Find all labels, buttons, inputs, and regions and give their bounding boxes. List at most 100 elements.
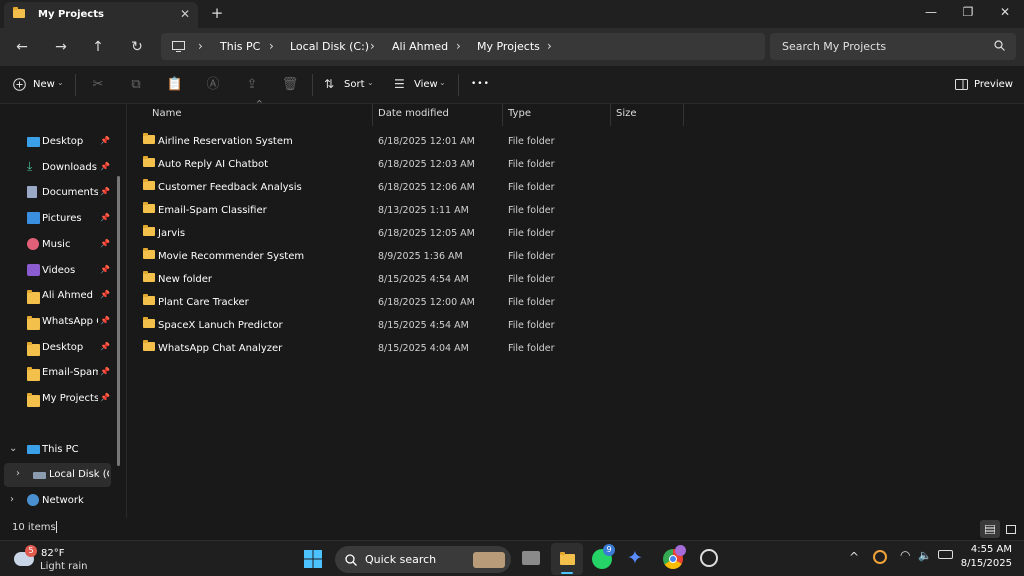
sidebar-item-desktop[interactable]: Desktop 📌: [0, 130, 118, 154]
breadcrumb-my-projects[interactable]: My Projects: [477, 40, 540, 53]
forward-button[interactable]: →: [50, 37, 72, 57]
breadcrumb-ali-ahmed[interactable]: Ali Ahmed: [392, 40, 448, 53]
weather-widget[interactable]: 5 82°F Light rain: [12, 545, 92, 573]
up-button[interactable]: ↑: [87, 37, 109, 57]
breadcrumb-local-disk[interactable]: Local Disk (C:): [290, 40, 369, 53]
table-row[interactable]: Plant Care Tracker 6/18/2025 12:00 AM File…: [136, 291, 684, 314]
sidebar-item-label: Downloads: [42, 162, 97, 173]
chevron-down-icon: ⌄: [9, 443, 18, 454]
folder-icon: [143, 225, 155, 236]
temperature: 82°F: [41, 548, 65, 559]
tab-close-icon[interactable]: ✕: [177, 6, 193, 22]
wifi-icon[interactable]: ◠: [900, 548, 910, 562]
details-view-button[interactable]: [980, 520, 1000, 538]
sort-button[interactable]: Sort: [344, 79, 365, 90]
search-input[interactable]: Search My Projects: [782, 40, 886, 53]
sidebar-item-whatsapp[interactable]: WhatsApp Ch 📌: [0, 310, 118, 334]
whatsapp-icon[interactable]: 9: [592, 544, 615, 569]
column-header-name[interactable]: Name: [152, 108, 182, 119]
new-button[interactable]: New: [33, 79, 55, 90]
column-header-type[interactable]: Type: [508, 108, 531, 119]
file-type: File folder: [508, 297, 555, 308]
table-row[interactable]: Airline Reservation System 6/18/2025 12:0…: [136, 130, 684, 153]
sidebar-item-this-pc[interactable]: ⌄ This PC: [0, 438, 118, 462]
column-header-size[interactable]: Size: [616, 108, 637, 119]
chrome-icon[interactable]: [663, 545, 686, 569]
more-options-button[interactable]: •••: [471, 79, 490, 89]
cut-icon[interactable]: ✂: [89, 76, 107, 94]
sort-icon: ⇅: [324, 77, 335, 91]
restore-button[interactable]: ❐: [950, 0, 986, 26]
sidebar-item-desktop-folder[interactable]: Desktop 📌: [0, 336, 118, 360]
breadcrumb-this-pc[interactable]: This PC: [220, 40, 260, 53]
share-icon[interactable]: ⇪: [243, 76, 261, 94]
file-type: File folder: [508, 182, 555, 193]
copilot-icon[interactable]: ✦: [627, 547, 643, 569]
sidebar-item-ali-ahmed[interactable]: Ali Ahmed 📌: [0, 284, 118, 308]
chevron-right-icon: ›: [16, 468, 20, 479]
table-row[interactable]: Jarvis 6/18/2025 12:05 AM File folder: [136, 222, 684, 245]
table-row[interactable]: WhatsApp Chat Analyzer 8/15/2025 4:04 AM F…: [136, 337, 684, 360]
table-row[interactable]: Customer Feedback Analysis 6/18/2025 12:0…: [136, 176, 684, 199]
copy-icon[interactable]: ⧉: [127, 76, 145, 94]
sidebar-item-label: Videos: [42, 265, 76, 276]
column-divider[interactable]: [372, 104, 373, 126]
search-box[interactable]: Search My Projects: [770, 33, 1016, 60]
column-divider[interactable]: [610, 104, 611, 126]
chatgpt-icon[interactable]: [700, 549, 718, 567]
task-view-icon[interactable]: [522, 551, 540, 565]
quick-search-bar[interactable]: Quick search: [335, 546, 511, 573]
sidebar-item-email-spam[interactable]: Email-Spam C 📌: [0, 361, 118, 385]
taskbar: 5 82°F Light rain Quick search 9 ✦ ^ ◠ 🔈…: [0, 540, 1024, 576]
view-button[interactable]: View: [414, 79, 438, 90]
column-divider[interactable]: [502, 104, 503, 126]
file-explorer-taskbar-button[interactable]: [551, 543, 583, 575]
preview-button[interactable]: Preview: [974, 79, 1013, 90]
divider: [312, 74, 313, 96]
windows-start-icon[interactable]: [304, 550, 322, 568]
sidebar-item-videos[interactable]: Videos 📌: [0, 259, 118, 283]
sidebar-item-downloads[interactable]: ⤓ Downloads 📌: [0, 156, 118, 180]
chevron-down-icon: ⌄: [57, 78, 64, 87]
folder-icon: [560, 552, 575, 565]
sidebar-item-music[interactable]: Music 📌: [0, 233, 118, 257]
file-name: WhatsApp Chat Analyzer: [158, 343, 283, 354]
table-row[interactable]: Email-Spam Classifier 8/13/2025 1:11 AM Fi…: [136, 199, 684, 222]
table-row[interactable]: Auto Reply AI Chatbot 6/18/2025 12:03 AM F…: [136, 153, 684, 176]
tab-my-projects[interactable]: My Projects ✕: [4, 2, 198, 28]
details-view-icon: [985, 525, 995, 534]
search-icon: [994, 40, 1005, 51]
tiles-view-button[interactable]: [1002, 520, 1020, 538]
column-divider[interactable]: [683, 104, 684, 126]
minimize-button[interactable]: —: [913, 0, 949, 26]
sidebar-scrollbar[interactable]: [117, 176, 120, 466]
clock-date[interactable]: 8/15/2025: [960, 558, 1012, 569]
sidebar-item-pictures[interactable]: Pictures 📌: [0, 207, 118, 231]
battery-icon[interactable]: [938, 550, 953, 559]
back-button[interactable]: ←: [11, 37, 33, 57]
sidebar-item-my-projects[interactable]: My Projects 📌: [0, 387, 118, 411]
folder-icon: [27, 342, 40, 356]
breadcrumb-separator-icon: ›: [198, 39, 203, 53]
rename-icon[interactable]: Ⓐ: [204, 76, 222, 94]
chevron-up-icon[interactable]: ^: [849, 550, 859, 564]
table-row[interactable]: Movie Recommender System 8/9/2025 1:36 AM…: [136, 245, 684, 268]
chevron-right-icon: ›: [10, 494, 14, 505]
column-header-date-modified[interactable]: Date modified: [378, 108, 449, 119]
file-name: Email-Spam Classifier: [158, 205, 267, 216]
paste-icon[interactable]: 📋: [166, 76, 184, 94]
new-tab-button[interactable]: +: [208, 4, 226, 22]
volume-icon[interactable]: 🔈: [918, 549, 932, 562]
close-button[interactable]: ✕: [987, 0, 1023, 26]
refresh-button[interactable]: ↻: [126, 37, 148, 57]
address-bar[interactable]: › This PC › Local Disk (C:) › Ali Ahmed …: [161, 33, 765, 60]
clock-time[interactable]: 4:55 AM: [968, 544, 1012, 555]
sidebar-item-local-disk[interactable]: › Local Disk (C:): [4, 463, 111, 487]
table-row[interactable]: SpaceX Lanuch Predictor 8/15/2025 4:54 AM…: [136, 314, 684, 337]
sidebar-item-label: Local Disk (C:): [49, 469, 109, 480]
sidebar-item-documents[interactable]: Documents 📌: [0, 181, 118, 205]
table-row[interactable]: New folder 8/15/2025 4:54 AM File folder: [136, 268, 684, 291]
sidebar-item-network[interactable]: › Network: [0, 489, 118, 513]
sync-icon[interactable]: [873, 550, 887, 564]
delete-icon[interactable]: 🗑: [281, 76, 299, 94]
